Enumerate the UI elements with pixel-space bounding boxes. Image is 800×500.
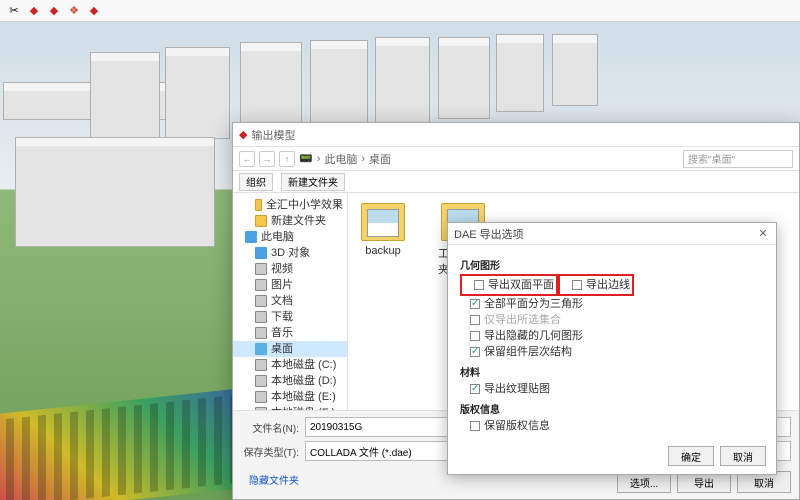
- up-icon[interactable]: ↑: [279, 151, 295, 167]
- option-label: 导出隐藏的几何图形: [484, 329, 583, 343]
- tree-item[interactable]: 音乐: [233, 325, 347, 341]
- option-label: 导出边线: [586, 278, 630, 292]
- option-label: 仅导出所选集合: [484, 313, 561, 327]
- folder-label: backup: [365, 245, 400, 257]
- folder-icon: [361, 203, 405, 241]
- tree-item[interactable]: 视频: [233, 261, 347, 277]
- tool-pack-icon[interactable]: ❖: [66, 3, 82, 19]
- app-icon: ◆: [239, 128, 247, 141]
- tool-ruby1-icon[interactable]: ◆: [26, 3, 42, 19]
- tree-item[interactable]: 下载: [233, 309, 347, 325]
- main-toolbar: ✂ ◆ ◆ ❖ ◆: [0, 0, 800, 22]
- tree-item[interactable]: 新建文件夹: [233, 213, 347, 229]
- option-item[interactable]: 保留组件层次结构: [460, 344, 764, 360]
- option-item: 仅导出所选集合: [460, 312, 764, 328]
- back-icon[interactable]: ←: [239, 151, 255, 167]
- checkbox-icon: [470, 315, 480, 325]
- tree-label: 桌面: [271, 342, 293, 356]
- tool-scissors-icon[interactable]: ✂: [6, 3, 22, 19]
- dialog-title: 输出模型: [251, 127, 295, 143]
- tree-label: 本地磁盘 (C:): [271, 358, 336, 372]
- drive-icon: [255, 359, 267, 371]
- hide-folders-link[interactable]: 隐藏文件夹: [241, 472, 299, 487]
- options-ok-button[interactable]: 确定: [668, 446, 714, 466]
- dialog-titlebar: ◆ 输出模型: [233, 123, 799, 147]
- tree-item[interactable]: 3D 对象: [233, 245, 347, 261]
- tree-item[interactable]: 图片: [233, 277, 347, 293]
- organize-button[interactable]: 组织: [239, 173, 273, 191]
- tree-label: 3D 对象: [271, 246, 310, 260]
- breadcrumb[interactable]: 📟 › 此电脑 › 桌面: [299, 151, 679, 167]
- tree-label: 本地磁盘 (D:): [271, 374, 336, 388]
- tree-label: 音乐: [271, 326, 293, 340]
- tree-item[interactable]: 本地磁盘 (C:): [233, 357, 347, 373]
- tree-item[interactable]: 本地磁盘 (D:): [233, 373, 347, 389]
- option-label: 导出双面平面: [488, 278, 554, 292]
- option-item[interactable]: 全部平面分为三角形: [460, 296, 764, 312]
- foreground-model: [0, 386, 260, 500]
- tree-item[interactable]: 桌面: [233, 341, 347, 357]
- option-item[interactable]: 导出边线: [562, 277, 630, 293]
- tree-label: 视频: [271, 262, 293, 276]
- material-header: 材料: [460, 364, 764, 379]
- drive-icon: [255, 311, 267, 323]
- tree-label: 下载: [271, 310, 293, 324]
- option-item[interactable]: 保留版权信息: [460, 418, 764, 434]
- drive-icon: [255, 263, 267, 275]
- folder-icon: [255, 199, 262, 211]
- forward-icon[interactable]: →: [259, 151, 275, 167]
- search-input[interactable]: 搜索"桌面": [683, 150, 793, 168]
- drive-icon: [255, 295, 267, 307]
- new-folder-button[interactable]: 新建文件夹: [281, 173, 345, 191]
- tree-item[interactable]: 本地磁盘 (E:): [233, 389, 347, 405]
- tree-label: 图片: [271, 278, 293, 292]
- blue-icon: [245, 231, 257, 243]
- folder-icon: [255, 215, 267, 227]
- drive-icon: [255, 391, 267, 403]
- checkbox-icon: [572, 280, 582, 290]
- checkbox-icon: [470, 421, 480, 431]
- checkbox-icon: [470, 384, 480, 394]
- filetype-label: 保存类型(T):: [241, 444, 299, 459]
- checkbox-icon: [474, 280, 484, 290]
- tree-label: 全汇中小学效果: [266, 198, 343, 212]
- option-label: 全部平面分为三角形: [484, 297, 583, 311]
- options-cancel-button[interactable]: 取消: [720, 446, 766, 466]
- tree-label: 新建文件夹: [271, 214, 326, 228]
- copyright-header: 版权信息: [460, 401, 764, 416]
- tree-item[interactable]: 此电脑: [233, 229, 347, 245]
- close-icon[interactable]: ✕: [756, 227, 770, 241]
- tool-ruby2-icon[interactable]: ◆: [46, 3, 62, 19]
- option-label: 保留组件层次结构: [484, 345, 572, 359]
- tree-item[interactable]: 文档: [233, 293, 347, 309]
- drive-icon: [255, 279, 267, 291]
- option-item[interactable]: 导出双面平面: [464, 277, 554, 293]
- tree-label: 本地磁盘 (E:): [271, 390, 336, 404]
- option-item[interactable]: 导出隐藏的几何图形: [460, 328, 764, 344]
- tree-label: 此电脑: [261, 230, 294, 244]
- checkbox-icon: [470, 347, 480, 357]
- checkbox-icon: [470, 331, 480, 341]
- blue-icon: [255, 247, 267, 259]
- dialog-nav: ← → ↑ 📟 › 此电脑 › 桌面 搜索"桌面": [233, 147, 799, 171]
- folder-item[interactable]: backup: [358, 203, 408, 257]
- option-item[interactable]: 导出纹理贴图: [460, 381, 764, 397]
- desktop-icon: [255, 343, 267, 355]
- folder-tree[interactable]: 全汇中小学效果新建文件夹此电脑 3D 对象视频图片文档下载音乐桌面本地磁盘 (C:…: [233, 193, 348, 410]
- option-label: 导出纹理贴图: [484, 382, 550, 396]
- tree-item[interactable]: 全汇中小学效果: [233, 197, 347, 213]
- tree-label: 文档: [271, 294, 293, 308]
- drive-icon: [255, 375, 267, 387]
- geom-header: 几何图形: [460, 257, 764, 272]
- dae-options-dialog: DAE 导出选项 ✕ 几何图形导出双面平面 导出边线全部平面分为三角形仅导出所选集…: [447, 222, 777, 475]
- dialog-toolbar: 组织 新建文件夹: [233, 171, 799, 193]
- options-title: DAE 导出选项: [454, 226, 524, 242]
- drive-icon: [255, 327, 267, 339]
- tool-ruby3-icon[interactable]: ◆: [86, 3, 102, 19]
- checkbox-icon: [470, 299, 480, 309]
- option-label: 保留版权信息: [484, 419, 550, 433]
- filename-label: 文件名(N):: [241, 420, 299, 435]
